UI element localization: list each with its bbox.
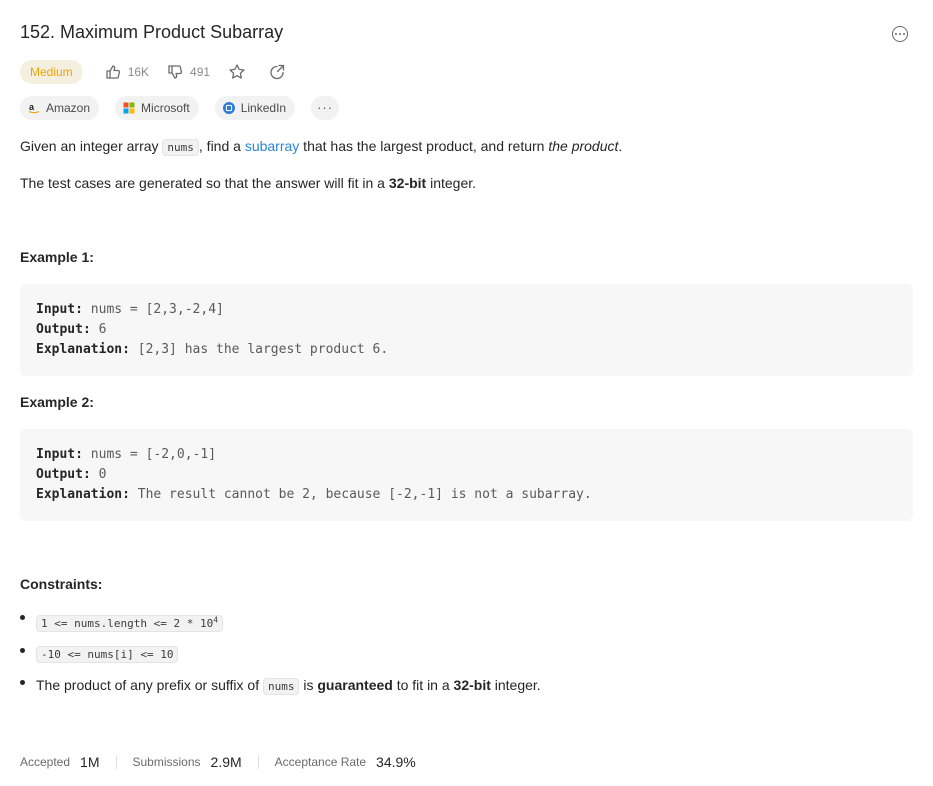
bold-text: 32-bit bbox=[453, 677, 491, 693]
stats-footer: Accepted 1M Submissions 2.9M Acceptance … bbox=[20, 754, 416, 770]
emphasis: the product bbox=[548, 138, 619, 154]
inline-code: -10 <= nums[i] <= 10 bbox=[36, 646, 179, 663]
submissions-label: Submissions bbox=[132, 755, 201, 769]
accepted-label: Accepted bbox=[20, 755, 71, 769]
text: The test cases are generated so that the… bbox=[20, 175, 389, 191]
constraints-list: 1 <= nums.length <= 2 * 104 -10 <= nums[… bbox=[20, 610, 541, 695]
text: Given an integer array bbox=[20, 138, 163, 154]
example-input: Input: nums = [-2,0,-1] bbox=[36, 445, 897, 465]
like-count: 16K bbox=[127, 65, 150, 79]
code-text: 1 <= nums.length <= 2 * 10 bbox=[41, 616, 214, 630]
example-2-heading: Example 2: bbox=[20, 394, 94, 410]
bold-text: 32-bit bbox=[388, 175, 427, 191]
constraint-item: The product of any prefix or suffix of n… bbox=[20, 675, 541, 695]
text: to fit in a bbox=[392, 677, 454, 693]
text: is bbox=[299, 677, 318, 693]
svg-text:a: a bbox=[29, 102, 35, 112]
tag-microsoft[interactable]: Microsoft bbox=[115, 96, 199, 120]
share-icon bbox=[270, 64, 285, 80]
explanation-value: The result cannot be 2, because [-2,-1] … bbox=[129, 487, 592, 502]
example-explanation: Explanation: [2,3] has the largest produ… bbox=[36, 340, 897, 360]
output-value: 0 bbox=[90, 467, 107, 482]
acceptance-rate-value: 34.9% bbox=[376, 754, 416, 770]
constraint-item: -10 <= nums[i] <= 10 bbox=[20, 643, 541, 663]
input-label: Input: bbox=[36, 302, 83, 317]
text: The product of any prefix or suffix of bbox=[36, 677, 263, 693]
text: integer. bbox=[426, 175, 477, 191]
output-label: Output: bbox=[36, 322, 91, 337]
tag-linkedin[interactable]: LinkedIn bbox=[214, 96, 296, 120]
output-value: 6 bbox=[90, 322, 107, 337]
dislike-count: 491 bbox=[190, 65, 211, 79]
accepted-value: 1M bbox=[80, 754, 100, 770]
input-label: Input: bbox=[36, 447, 83, 462]
amazon-icon: a bbox=[28, 102, 40, 114]
explanation-label: Explanation: bbox=[36, 342, 130, 357]
tag-label: Microsoft bbox=[141, 101, 190, 115]
subarray-link[interactable]: subarray bbox=[245, 138, 299, 154]
output-label: Output: bbox=[36, 467, 91, 482]
problem-title: 152. Maximum Product Subarray bbox=[20, 22, 284, 42]
acceptance-rate-label: Acceptance Rate bbox=[274, 755, 367, 769]
example-output: Output: 0 bbox=[36, 465, 897, 485]
company-tags: a Amazon Microsoft LinkedIn ··· bbox=[20, 96, 355, 120]
input-value: nums = [-2,0,-1] bbox=[82, 447, 217, 462]
problem-meta: Medium 16K 491 bbox=[20, 60, 308, 84]
description-paragraph-1: Given an integer array nums, find a suba… bbox=[20, 138, 623, 156]
example-output: Output: 6 bbox=[36, 320, 897, 340]
divider bbox=[115, 755, 117, 769]
example-1-heading: Example 1: bbox=[20, 249, 94, 265]
example-input: Input: nums = [2,3,-2,4] bbox=[36, 300, 897, 320]
inline-code: nums bbox=[262, 678, 300, 695]
text: . bbox=[618, 138, 623, 154]
superscript: 4 bbox=[213, 615, 219, 624]
explanation-label: Explanation: bbox=[36, 487, 130, 502]
favorite-button[interactable] bbox=[228, 63, 246, 81]
example-1-block: Input: nums = [2,3,-2,4] Output: 6 Expla… bbox=[20, 284, 913, 376]
difficulty-badge: Medium bbox=[20, 60, 83, 84]
like-button[interactable]: 16K bbox=[105, 64, 149, 80]
tag-label: Amazon bbox=[46, 101, 91, 115]
more-options-icon[interactable] bbox=[892, 26, 908, 42]
text: that has the largest product, and return bbox=[299, 138, 549, 154]
inline-code: 1 <= nums.length <= 2 * 104 bbox=[36, 614, 224, 632]
tag-label: LinkedIn bbox=[240, 101, 287, 115]
example-explanation: Explanation: The result cannot be 2, bec… bbox=[36, 485, 897, 505]
linkedin-icon bbox=[222, 102, 235, 114]
microsoft-icon bbox=[123, 102, 135, 114]
input-value: nums = [2,3,-2,4] bbox=[82, 302, 224, 317]
constraint-item: 1 <= nums.length <= 2 * 104 bbox=[20, 610, 541, 632]
example-2-block: Input: nums = [-2,0,-1] Output: 0 Explan… bbox=[20, 429, 913, 521]
thumbs-up-icon bbox=[106, 65, 120, 79]
constraints-heading: Constraints: bbox=[20, 576, 103, 592]
more-tags-button[interactable]: ··· bbox=[311, 96, 340, 120]
tag-amazon[interactable]: a Amazon bbox=[20, 96, 100, 120]
explanation-value: [2,3] has the largest product 6. bbox=[129, 342, 389, 357]
thumbs-down-icon bbox=[168, 65, 183, 79]
inline-code: nums bbox=[162, 139, 199, 156]
submissions-value: 2.9M bbox=[210, 754, 242, 770]
description-paragraph-2: The test cases are generated so that the… bbox=[20, 175, 476, 191]
text: , find a bbox=[198, 138, 245, 154]
bold-text: guaranteed bbox=[317, 677, 393, 693]
dislike-button[interactable]: 491 bbox=[167, 64, 210, 80]
text: integer. bbox=[490, 677, 541, 693]
divider bbox=[257, 755, 259, 769]
share-button[interactable] bbox=[268, 63, 286, 81]
star-icon bbox=[229, 64, 245, 79]
